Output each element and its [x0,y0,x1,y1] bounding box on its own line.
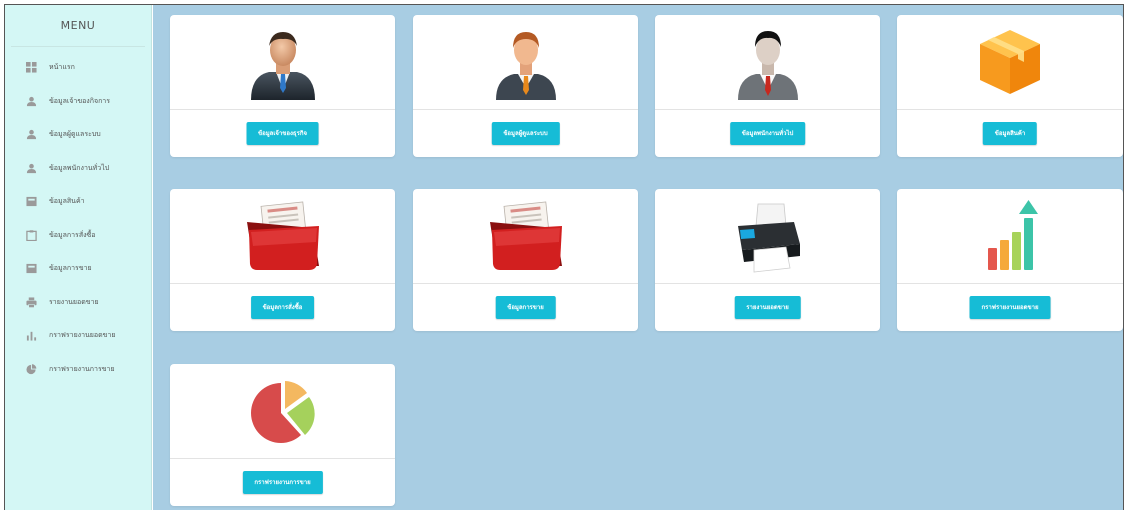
card-sales: ข้อมูลการขาย [413,189,638,331]
pie-chart-icon [25,363,37,375]
sidebar-item-label: หน้าแรก [49,63,75,72]
card-sales-graph: กราฟรายงานยอดขาย [897,189,1123,331]
dashboard-icon [25,62,37,74]
product-box-icon [980,30,1040,94]
card-image [413,15,638,110]
card-product: ข้อมูลสินค้า [897,15,1123,157]
menu-divider [11,46,145,47]
card-image [655,15,880,110]
card-sales-report: รายงานยอดขาย [655,189,880,331]
sales-graph-button[interactable]: กราฟรายงานยอดขาย [969,296,1051,319]
sidebar: MENU หน้าแรก ข้อมูลเจ้าของกิจการ ข้อมูลผ… [5,5,152,510]
sidebar-item-order[interactable]: ข้อมูลการสั่งซื้อ [5,219,151,253]
sidebar-item-sales-graph[interactable]: กราฟรายงานยอดขาย [5,319,151,353]
sidebar-item-label: ข้อมูลสินค้า [49,197,85,206]
user-icon [25,162,37,174]
card-owner: ข้อมูลเจ้าของธุรกิจ [170,15,395,157]
printer-icon [737,203,800,273]
content-area: ข้อมูลเจ้าของธุรกิจ ข้อมูลผู้ดูแลระบบ ข้… [153,5,1123,510]
sidebar-item-label: รายงานยอดขาย [49,297,99,306]
card-image [170,189,395,284]
printer-icon [25,296,37,308]
user-icon [25,129,37,141]
sales-report-button[interactable]: รายงานยอดขาย [734,296,801,319]
app-frame: MENU หน้าแรก ข้อมูลเจ้าของกิจการ ข้อมูลผ… [4,4,1124,510]
card-image [170,15,395,110]
user-icon [25,95,37,107]
card-sales-pie: กราฟรายงานการขาย [170,364,395,506]
card-image [655,189,880,284]
sidebar-item-label: กราฟรายงานยอดขาย [49,331,116,340]
sidebar-item-owner[interactable]: ข้อมูลเจ้าของกิจการ [5,85,151,119]
sidebar-item-label: ข้อมูลผู้ดูแลระบบ [49,130,101,139]
card-admin: ข้อมูลผู้ดูแลระบบ [413,15,638,157]
sales-folder-icon [489,201,562,270]
sidebar-item-employee[interactable]: ข้อมูลพนักงานทั่วไป [5,152,151,186]
card-image [170,364,395,459]
admin-info-button[interactable]: ข้อมูลผู้ดูแลระบบ [491,122,560,145]
sidebar-item-label: ข้อมูลเจ้าของกิจการ [49,96,110,105]
sidebar-item-home[interactable]: หน้าแรก [5,51,151,85]
sidebar-item-sales-report[interactable]: รายงานยอดขาย [5,286,151,320]
sidebar-item-label: กราฟรายงานการขาย [49,364,115,373]
bar-chart-icon [25,330,37,342]
employee-info-button[interactable]: ข้อมูลพนักงานทั่วไป [729,122,806,145]
menu-title: MENU [60,19,96,32]
growth-chart-icon [988,200,1038,270]
sales-pie-button[interactable]: กราฟรายงานการขาย [242,471,323,494]
card-order: ข้อมูลการสั่งซื้อ [170,189,395,331]
sidebar-item-label: ข้อมูลการสั่งซื้อ [49,230,96,239]
card-image [413,189,638,284]
sidebar-item-sales-pie[interactable]: กราฟรายงานการขาย [5,353,151,387]
owner-info-button[interactable]: ข้อมูลเจ้าของธุรกิจ [246,122,319,145]
sidebar-item-label: ข้อมูลการขาย [49,264,92,273]
admin-avatar-icon [495,32,556,100]
clipboard-icon [25,229,37,241]
card-employee: ข้อมูลพนักงานทั่วไป [655,15,880,157]
card-image [897,15,1123,110]
product-info-button[interactable]: ข้อมูลสินค้า [982,122,1038,145]
sidebar-item-admin[interactable]: ข้อมูลผู้ดูแลระบบ [5,118,151,152]
card-image [897,189,1123,284]
sales-info-button[interactable]: ข้อมูลการขาย [495,296,556,319]
sidebar-item-product[interactable]: ข้อมูลสินค้า [5,185,151,219]
sidebar-item-label: ข้อมูลพนักงานทั่วไป [49,163,110,172]
order-info-button[interactable]: ข้อมูลการสั่งซื้อ [250,296,315,319]
pie-chart-icon [250,381,315,443]
box-icon [25,196,37,208]
employee-avatar-icon [737,31,798,100]
order-folder-icon [246,201,319,270]
box-icon [25,263,37,275]
owner-avatar-icon [250,32,315,100]
sidebar-item-sales[interactable]: ข้อมูลการขาย [5,252,151,286]
